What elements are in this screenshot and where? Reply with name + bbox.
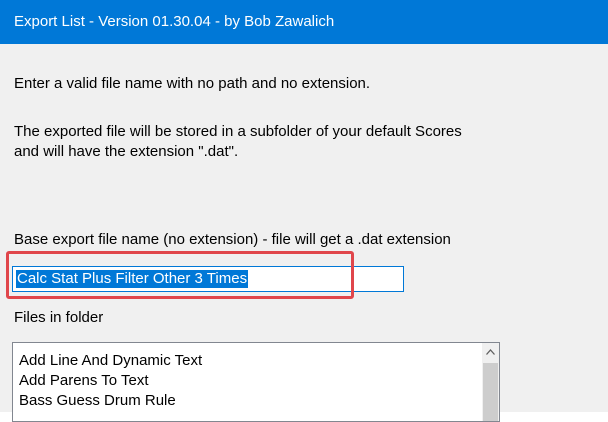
instruction-line-3: and will have the extension ".dat". xyxy=(14,143,239,160)
list-item[interactable]: Add Line And Dynamic Text xyxy=(19,351,202,371)
files-listbox[interactable]: Add Line And Dynamic Text Add Parens To … xyxy=(12,342,500,422)
instruction-line-1: Enter a valid file name with no path and… xyxy=(14,75,371,92)
list-item[interactable]: Bass Guess Drum Rule xyxy=(19,391,176,411)
chevron-up-icon xyxy=(486,348,495,355)
vertical-scrollbar[interactable] xyxy=(482,343,499,421)
base-name-input[interactable]: Calc Stat Plus Filter Other 3 Times xyxy=(12,266,404,292)
files-label: Files in folder xyxy=(14,309,104,326)
window-title: Export List - Version 01.30.04 - by Bob … xyxy=(14,13,335,30)
scroll-up-button[interactable] xyxy=(482,343,499,360)
list-item[interactable]: Add Parens To Text xyxy=(19,371,149,391)
instruction-line-2: The exported file will be stored in a su… xyxy=(14,123,462,140)
base-name-label: Base export file name (no extension) - f… xyxy=(14,231,451,248)
base-name-value: Calc Stat Plus Filter Other 3 Times xyxy=(16,270,249,288)
window-title-bar[interactable]: Export List - Version 01.30.04 - by Bob … xyxy=(0,0,608,44)
export-dialog: Enter a valid file name with no path and… xyxy=(0,44,608,422)
scroll-thumb[interactable] xyxy=(483,363,498,421)
